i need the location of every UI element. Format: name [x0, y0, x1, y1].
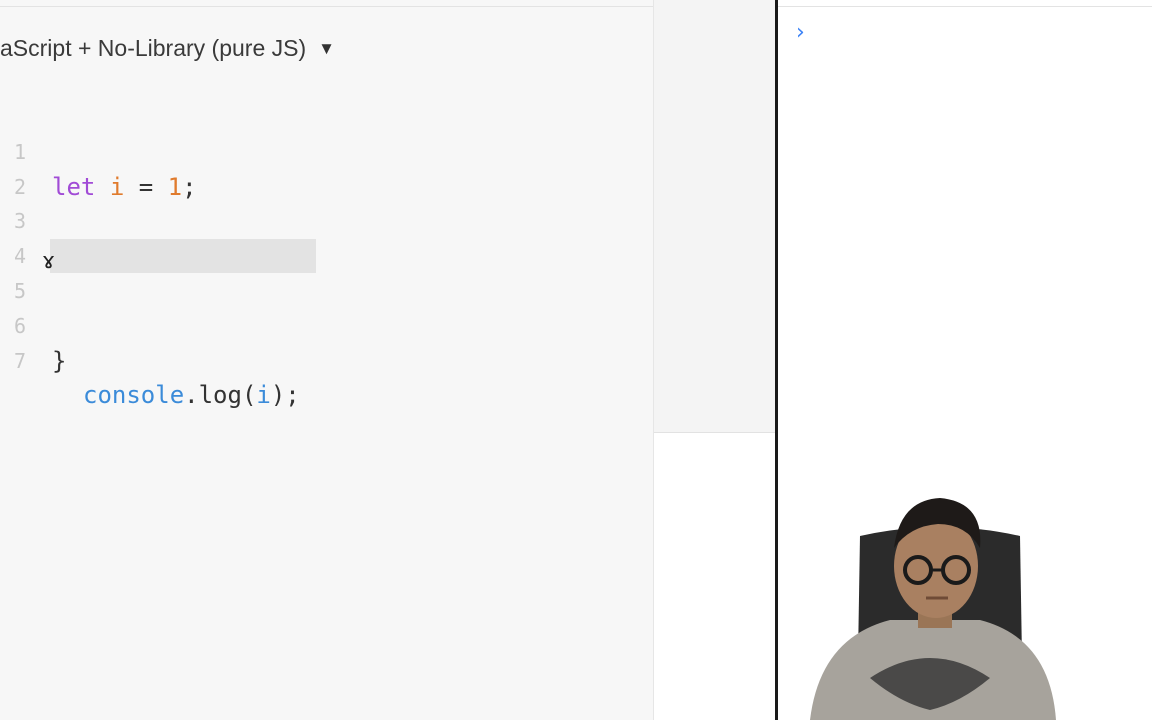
console-prompt-icon[interactable]: ›	[796, 20, 805, 45]
console-top-divider	[778, 6, 1152, 7]
editor-top-divider	[0, 6, 653, 7]
code-area[interactable]: 1 let i = 1; 2 3 const f = () => { 4 5 ɤ…	[0, 100, 653, 409]
code-line-1: 1 let i = 1;	[0, 100, 653, 201]
code-line-5: 5 ɤ console.log(i);	[0, 239, 653, 409]
language-selector-label: aScript + No-Library (pure JS)	[0, 34, 307, 61]
code-line-7: 7	[0, 309, 653, 373]
code-line-6: 6 }	[0, 274, 653, 375]
log-call: log(	[198, 381, 257, 410]
chevron-down-icon: ▼	[318, 39, 335, 58]
code-line-4: 4	[0, 204, 653, 268]
code-text: console.log(i);	[83, 378, 300, 413]
console-object: console	[83, 381, 185, 410]
presenter-webcam-video	[810, 498, 1056, 720]
code-editor-pane: aScript + No-Library (pure JS) ▼ 1 let i…	[0, 0, 654, 720]
text-selection-highlight	[50, 239, 316, 274]
line-number: 7	[13, 348, 26, 373]
preview-pane	[654, 0, 775, 433]
code-line-2: 2	[0, 135, 653, 199]
argument-i: i	[256, 381, 271, 410]
dot-operator: .	[184, 381, 199, 410]
code-line-3: 3 const f = () => {	[0, 170, 653, 270]
preview-pane-lower	[654, 433, 775, 720]
language-selector[interactable]: aScript + No-Library (pure JS) ▼	[0, 32, 335, 64]
call-close: );	[270, 381, 300, 410]
